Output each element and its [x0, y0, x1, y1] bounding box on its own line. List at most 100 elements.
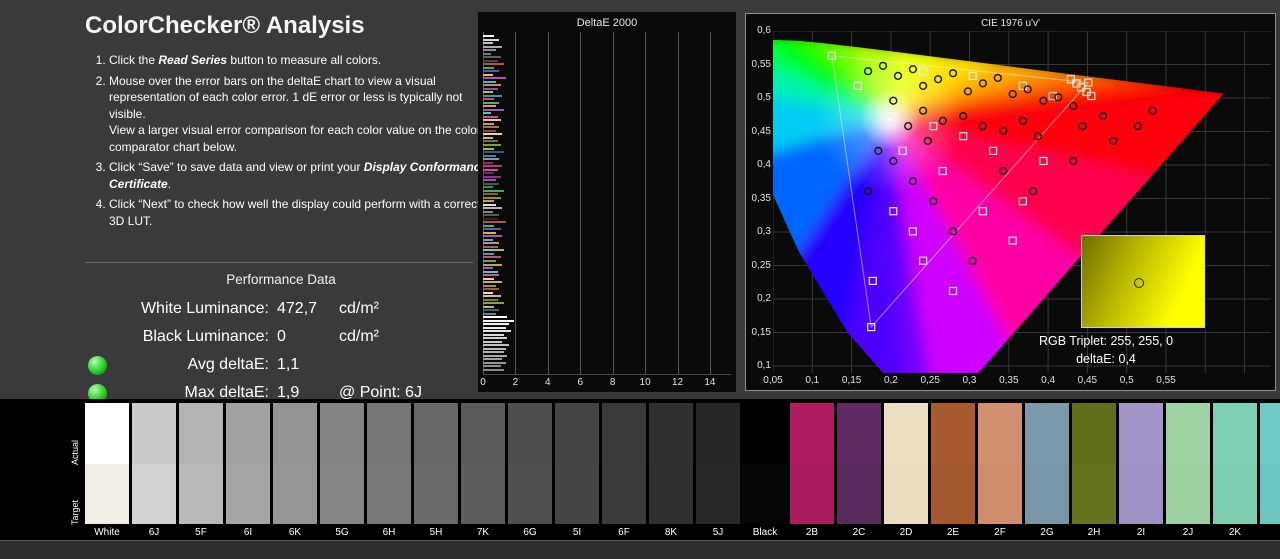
deltae-bar[interactable]	[483, 225, 494, 227]
deltae-bar[interactable]	[483, 60, 498, 62]
comparator-patch[interactable]: 5J	[696, 403, 740, 539]
deltae-bar[interactable]	[483, 285, 496, 287]
deltae-bar[interactable]	[483, 70, 499, 72]
deltae-bar[interactable]	[483, 140, 498, 142]
comparator-patch[interactable]: 2D	[884, 403, 928, 539]
deltae-bar[interactable]	[483, 183, 499, 185]
comparator-patch[interactable]: 6G	[508, 403, 552, 539]
deltae-bar[interactable]	[483, 165, 502, 167]
deltae-bar[interactable]	[483, 348, 506, 350]
deltae-bar[interactable]	[483, 144, 501, 146]
comparator-patch[interactable]: 2H	[1072, 403, 1116, 539]
deltae-bar[interactable]	[483, 130, 496, 132]
comparator-patch[interactable]: 6F	[602, 403, 646, 539]
deltae-bar[interactable]	[483, 288, 499, 290]
deltae-bar[interactable]	[483, 228, 501, 230]
comparator-patch[interactable]: 2K	[1213, 403, 1257, 539]
deltae-bar[interactable]	[483, 267, 493, 269]
deltae-bar[interactable]	[483, 362, 506, 364]
deltae-bar[interactable]	[483, 190, 504, 192]
comparator-patch[interactable]: 8K	[649, 403, 693, 539]
deltae-bar[interactable]	[483, 309, 499, 311]
deltae-bar[interactable]	[483, 42, 493, 44]
comparator-patch[interactable]: 2B	[790, 403, 834, 539]
deltae-bar[interactable]	[483, 88, 498, 90]
deltae-bar[interactable]	[483, 327, 506, 329]
comparator-patch[interactable]: 2E	[931, 403, 975, 539]
deltae-bar[interactable]	[483, 84, 501, 86]
deltae-bar[interactable]	[483, 77, 506, 79]
deltae-bar[interactable]	[483, 123, 494, 125]
comparator-patch[interactable]: 6I	[226, 403, 270, 539]
deltae-bar[interactable]	[483, 271, 498, 273]
deltae-bar[interactable]	[483, 137, 493, 139]
comparator-patch[interactable]: White	[85, 403, 129, 539]
deltae-bar[interactable]	[483, 256, 501, 258]
comparator-patch[interactable]: 2J	[1166, 403, 1210, 539]
deltae-bar[interactable]	[483, 109, 504, 111]
deltae-bar[interactable]	[483, 158, 499, 160]
deltae-bar[interactable]	[483, 344, 509, 346]
deltae-bar[interactable]	[483, 320, 514, 322]
deltae-bar[interactable]	[483, 169, 498, 171]
comparator-patch[interactable]: 6K	[273, 403, 317, 539]
deltae-bar[interactable]	[483, 278, 494, 280]
deltae-bar[interactable]	[483, 337, 507, 339]
deltae-bar[interactable]	[483, 299, 498, 301]
deltae-bar[interactable]	[483, 35, 494, 37]
comparator-patch[interactable]: 5F	[179, 403, 223, 539]
deltae-bar[interactable]	[483, 204, 496, 206]
deltae-bar[interactable]	[483, 313, 496, 315]
deltae-bar[interactable]	[483, 242, 499, 244]
comparator-patch[interactable]: 2G	[1025, 403, 1069, 539]
deltae-bar[interactable]	[483, 81, 496, 83]
deltae-bar[interactable]	[483, 351, 504, 353]
deltae-bar[interactable]	[483, 341, 502, 343]
deltae-bar[interactable]	[483, 246, 498, 248]
deltae-bar[interactable]	[483, 162, 493, 164]
deltae-bar[interactable]	[483, 274, 499, 276]
deltae-bar[interactable]	[483, 155, 496, 157]
deltae-bar[interactable]	[483, 74, 493, 76]
deltae-bar[interactable]	[483, 176, 501, 178]
deltae-bar[interactable]	[483, 281, 502, 283]
deltae-bar[interactable]	[483, 49, 496, 51]
deltae-bar[interactable]	[483, 235, 502, 237]
deltae-bar[interactable]	[483, 179, 496, 181]
deltae-bar[interactable]	[483, 292, 493, 294]
deltae-bar[interactable]	[483, 330, 511, 332]
deltae-bar[interactable]	[483, 133, 502, 135]
comparator-patch[interactable]: Black	[743, 403, 787, 539]
deltae-bar[interactable]	[483, 186, 493, 188]
deltae-bar[interactable]	[483, 306, 494, 308]
deltae-bar[interactable]	[483, 358, 502, 360]
deltae-bar[interactable]	[483, 126, 499, 128]
deltae-bar[interactable]	[483, 119, 501, 121]
deltae-bar[interactable]	[483, 260, 496, 262]
deltae-bar[interactable]	[483, 67, 494, 69]
deltae-bar[interactable]	[483, 232, 496, 234]
deltae-bar[interactable]	[483, 249, 504, 251]
comparator-patch[interactable]: 6J	[132, 403, 176, 539]
deltae-bar[interactable]	[483, 112, 491, 114]
deltae-bar[interactable]	[483, 148, 494, 150]
deltae-bar[interactable]	[483, 105, 496, 107]
comparator-patch[interactable]: 5H	[414, 403, 458, 539]
deltae-bar[interactable]	[483, 221, 506, 223]
deltae-bar[interactable]	[483, 116, 498, 118]
deltae-bar[interactable]	[483, 295, 501, 297]
deltae-bar[interactable]	[483, 264, 502, 266]
comparator-patch[interactable]: 2C	[837, 403, 881, 539]
comparator-patch[interactable]: 5G	[320, 403, 364, 539]
deltae-bar[interactable]	[483, 302, 504, 304]
deltae-bar[interactable]	[483, 239, 493, 241]
deltae-bar[interactable]	[483, 172, 494, 174]
deltae-bar[interactable]	[483, 95, 502, 97]
deltae-bar[interactable]	[483, 98, 494, 100]
deltae-bar[interactable]	[483, 91, 493, 93]
deltae-bar[interactable]	[483, 46, 502, 48]
deltae-bar[interactable]	[483, 39, 499, 41]
deltae-bar[interactable]	[483, 151, 504, 153]
deltae-bar[interactable]	[483, 197, 501, 199]
deltae-bar[interactable]	[483, 211, 493, 213]
